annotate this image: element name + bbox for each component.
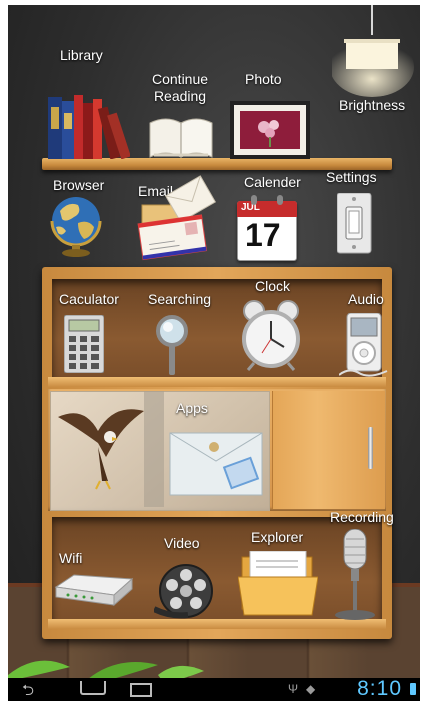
switch-icon[interactable] [337, 193, 373, 255]
home-icon[interactable] [80, 681, 106, 695]
calendar-label: Calender [244, 174, 301, 190]
library-label: Library [60, 47, 103, 63]
photo-frame-icon[interactable] [230, 101, 310, 159]
binder-ring-icon [251, 195, 257, 205]
wifi-label: Wifi [59, 550, 83, 566]
film-reel-icon[interactable] [154, 561, 218, 623]
open-book-icon[interactable] [148, 115, 214, 159]
file-folder-icon[interactable] [238, 551, 318, 617]
calendar-day: 17 [245, 217, 281, 253]
drawer-handle[interactable] [368, 427, 373, 469]
recording-label: Recording [330, 509, 394, 525]
folder-icon[interactable] [168, 425, 264, 497]
calculator-icon[interactable] [64, 315, 104, 373]
ipod-icon[interactable] [339, 313, 389, 377]
launcher-screen: Library Continue Reading Photo Brightnes… [8, 5, 420, 701]
glass-divider [144, 391, 164, 507]
router-icon[interactable] [54, 569, 134, 609]
usb-icon: Ψ [288, 682, 299, 696]
battery-icon [410, 683, 416, 695]
lamp-icon[interactable] [332, 5, 414, 97]
searching-label: Searching [148, 291, 212, 307]
eagle-icon [58, 409, 144, 490]
system-navigation-bar: ⮌ Ψ ◆ 8:10 [8, 677, 420, 701]
android-debug-icon: ◆ [306, 682, 316, 696]
status-time: 8:10 [357, 677, 402, 700]
calendar-month: JUL [241, 202, 260, 213]
photo-label: Photo [245, 71, 282, 87]
globe-icon[interactable] [48, 193, 108, 259]
alarm-clock-icon[interactable] [240, 299, 302, 371]
calculator-label: Caculator [59, 291, 119, 307]
brightness-label: Brightness [339, 97, 406, 113]
continue-reading-label: Continue Reading [152, 71, 209, 104]
magnifier-icon[interactable] [154, 313, 194, 379]
calendar-icon[interactable]: JUL 17 [237, 195, 297, 261]
books-icon[interactable] [48, 93, 130, 159]
explorer-label: Explorer [251, 529, 304, 545]
clock-label: Clock [255, 278, 291, 294]
binder-ring-icon [277, 195, 283, 205]
settings-label: Settings [326, 169, 377, 185]
envelope-icon[interactable] [134, 175, 220, 261]
audio-label: Audio [348, 291, 384, 307]
apps-label: Apps [176, 400, 208, 416]
microphone-icon[interactable] [332, 529, 380, 621]
video-label: Video [164, 535, 200, 551]
shelf-lip [48, 377, 386, 387]
browser-label: Browser [53, 177, 105, 193]
recent-apps-icon[interactable] [130, 683, 152, 697]
back-icon[interactable]: ⮌ [22, 680, 34, 701]
